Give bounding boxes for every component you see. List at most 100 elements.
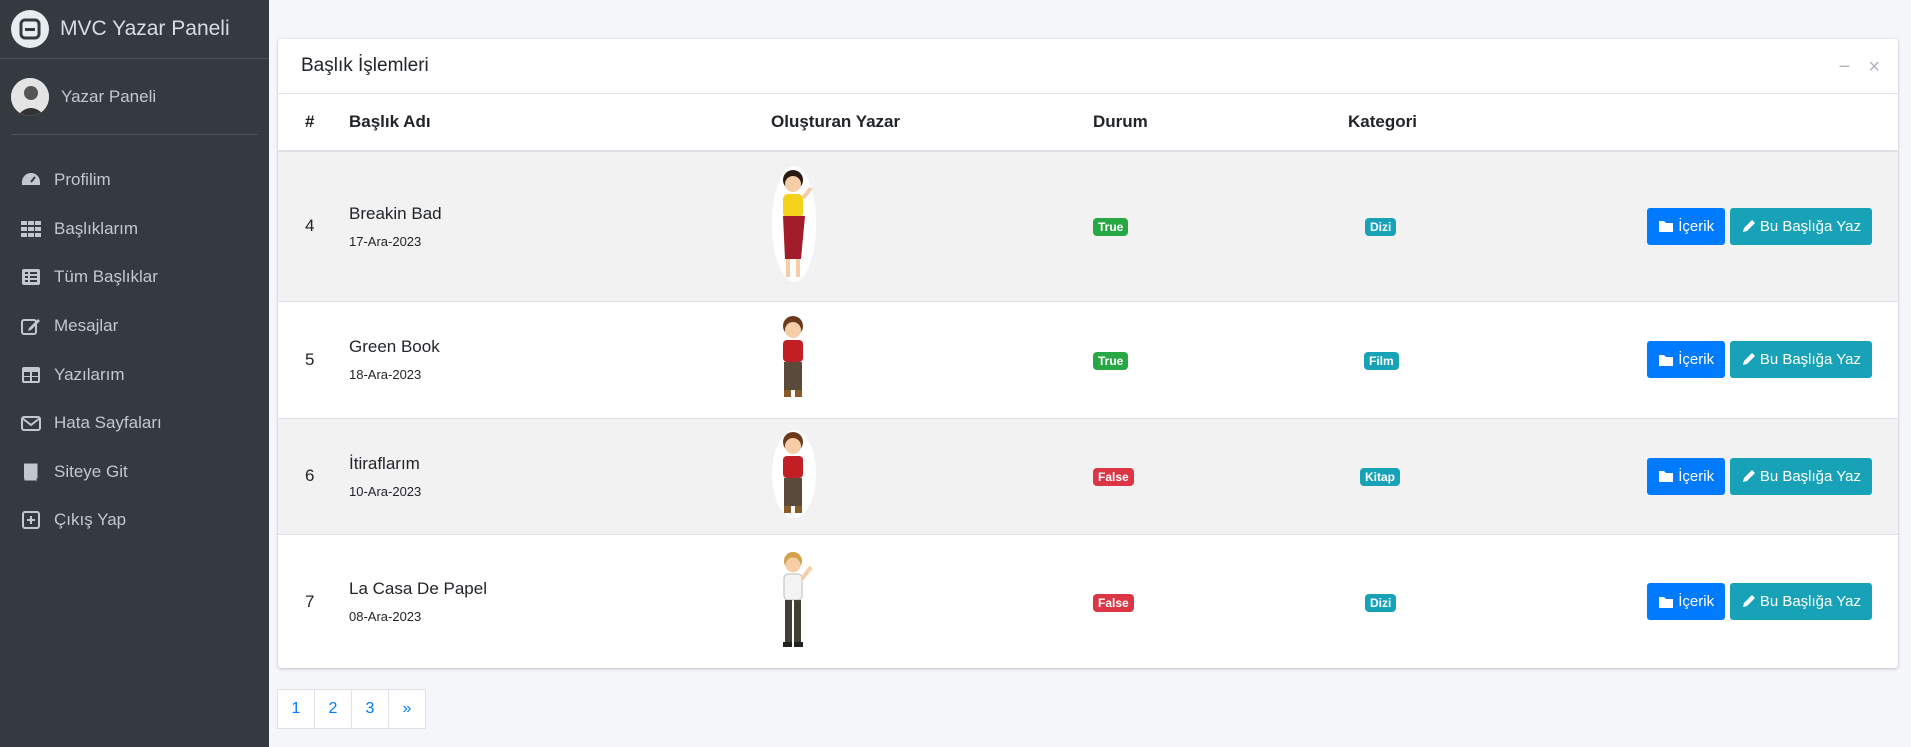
sidebar: MVC Yazar Paneli Yazar Paneli Profilim B… [0,0,269,747]
content-button-label: İçerik [1678,593,1715,611]
row-title: Green Book [349,337,440,356]
sidebar-item-label: Profilim [54,170,111,190]
sidebar-item-siteye-git[interactable]: Siteye Git [0,448,269,497]
avatar [11,77,49,116]
brand-text: MVC Yazar Paneli [60,17,230,40]
sidebar-item-tum-basliklar[interactable]: Tüm Başlıklar [0,253,269,302]
row-id: 6 [278,417,329,534]
row-title: İtiraflarım [349,453,420,473]
table-icon [20,365,42,385]
status-badge: False [1093,593,1134,612]
table-row: 4 Breakin Bad 17-Ara-2023 True Dizi İçer… [278,150,1898,301]
write-button-label: Bu Başlığa Yaz [1759,217,1861,235]
row-id: 4 [278,150,329,301]
author-avatar-image [771,312,817,407]
list-alt-icon [20,267,42,287]
folder-icon [1659,221,1674,233]
headings-table: # Başlık Adı Oluşturan Yazar Durum Kateg… [278,94,1898,669]
card-title: Başlık İşlemleri [301,55,429,76]
content-button[interactable]: İçerik [1647,341,1726,378]
sidebar-item-hata-sayfalari[interactable]: Hata Sayfaları [0,399,269,448]
column-header-status: Durum [1092,94,1347,152]
write-button[interactable]: Bu Başlığa Yaz [1729,583,1872,621]
folder-icon [1659,354,1674,366]
row-date: 17-Ara-2023 [349,233,422,249]
write-button[interactable]: Bu Başlığa Yaz [1729,457,1872,495]
write-button[interactable]: Bu Başlığa Yaz [1729,341,1872,378]
status-badge: False [1093,468,1134,486]
write-button[interactable]: Bu Başlığa Yaz [1729,207,1872,245]
sidebar-item-cikis-yap[interactable]: Çıkış Yap [0,496,269,545]
tachometer-icon [20,170,42,190]
book-icon [20,462,42,482]
table-row: 5 Green Book 18-Ara-2023 True Film İçeri… [278,300,1898,418]
column-header-category: Kategori [1347,94,1549,152]
plus-square-icon [20,510,42,530]
pencil-icon [1742,353,1755,365]
page-link-next[interactable]: » [388,689,426,729]
content-button-label: İçerik [1678,467,1715,485]
row-title: La Casa De Papel [349,579,487,599]
collapse-icon[interactable]: − [1839,57,1851,77]
sidebar-item-label: Yazılarım [54,364,125,384]
row-date: 10-Ara-2023 [349,483,422,499]
sidebar-item-basliklarim[interactable]: Başlıklarım [0,205,269,254]
sidebar-item-yazilarim[interactable]: Yazılarım [0,350,269,399]
pencil-icon [1742,469,1755,482]
page-link-2[interactable]: 2 [314,689,352,729]
envelope-icon [20,413,42,433]
close-icon[interactable]: × [1868,57,1880,77]
row-id: 7 [278,533,329,669]
content-button[interactable]: İçerik [1647,457,1726,495]
content-button-label: İçerik [1678,217,1715,235]
content-button[interactable]: İçerik [1647,207,1726,245]
sidebar-item-label: Çıkış Yap [54,510,127,530]
column-header-actions [1549,94,1898,152]
sidebar-item-label: Başlıklarım [54,218,139,238]
sidebar-item-profilim[interactable]: Profilim [0,156,269,205]
table-header-row: # Başlık Adı Oluşturan Yazar Durum Kateg… [278,94,1898,152]
sidebar-item-label: Siteye Git [54,461,128,481]
pagination: 1 2 3 » [277,689,426,729]
page-link-1[interactable]: 1 [277,689,315,729]
brand-link[interactable]: MVC Yazar Paneli [0,0,269,59]
pencil-icon [1742,219,1755,232]
content-button-label: İçerik [1678,351,1715,368]
sidebar-item-mesajlar[interactable]: Mesajlar [0,302,269,351]
brand-logo-icon [11,10,49,48]
sidebar-nav: Profilim Başlıklarım Tüm Başlıklar Mesaj… [0,156,269,545]
category-badge: Film [1364,351,1399,370]
write-button-label: Bu Başlığa Yaz [1759,467,1861,485]
row-date: 08-Ara-2023 [349,609,422,625]
card-tools: − × [1839,57,1880,77]
page-link-3[interactable]: 3 [351,689,389,729]
card-header: Başlık İşlemleri − × [278,39,1898,94]
category-badge: Kitap [1360,468,1400,486]
column-header-author: Oluşturan Yazar [770,94,1092,152]
sidebar-item-label: Hata Sayfaları [54,413,162,433]
folder-icon [1659,471,1674,482]
write-button-label: Bu Başlığa Yaz [1759,351,1861,368]
folder-icon [1659,596,1674,608]
table-row: 7 La Casa De Papel 08-Ara-2023 False Diz… [278,533,1898,669]
column-header-number: # [278,94,329,152]
column-header-title: Başlık Adı [329,94,770,152]
author-avatar-image [771,547,817,656]
pencil-icon [1742,595,1755,608]
sidebar-item-label: Mesajlar [54,316,119,336]
author-avatar-image [771,164,817,289]
edit-icon [20,316,42,336]
category-badge: Dizi [1365,593,1397,612]
status-badge: True [1093,351,1129,370]
user-panel[interactable]: Yazar Paneli [11,59,258,135]
content-button[interactable]: İçerik [1647,583,1726,621]
th-icon [20,219,42,239]
write-button-label: Bu Başlığa Yaz [1759,593,1861,611]
row-title: Breakin Bad [349,203,442,223]
table-row: 6 İtiraflarım 10-Ara-2023 False Kitap İç… [278,417,1898,534]
user-name: Yazar Paneli [61,86,157,106]
author-avatar-image [771,428,817,525]
category-badge: Dizi [1365,218,1397,237]
row-id: 5 [278,300,329,418]
sidebar-item-label: Tüm Başlıklar [54,267,158,287]
